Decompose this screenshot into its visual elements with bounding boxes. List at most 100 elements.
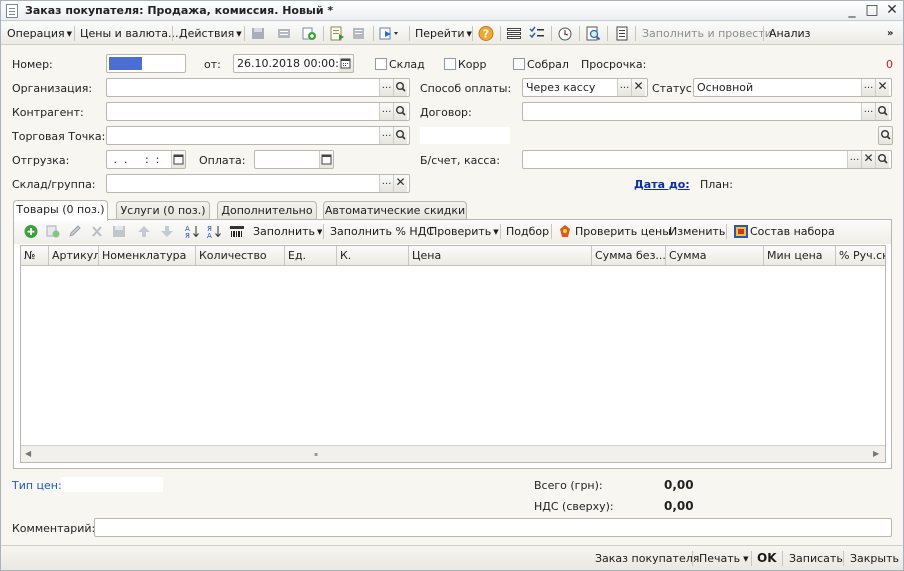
clear-icon[interactable]: ✕	[875, 79, 889, 96]
warehouse-checkbox[interactable]	[375, 58, 387, 70]
column-header-quantity[interactable]: Количество	[196, 246, 285, 265]
column-header-article[interactable]: Артикул	[49, 246, 99, 265]
shipment-date-field[interactable]: . . : :	[106, 150, 186, 169]
barcode-icon[interactable]	[229, 224, 245, 239]
corr-checkbox[interactable]	[444, 58, 456, 70]
ellipsis-icon[interactable]: ...	[379, 127, 393, 144]
search-icon[interactable]	[878, 126, 893, 145]
end-edit-icon[interactable]	[111, 224, 127, 239]
unpost-document-icon[interactable]	[351, 26, 367, 41]
clear-icon[interactable]: ✕	[861, 151, 875, 168]
maximize-icon[interactable]: □	[863, 3, 881, 19]
scroll-left-icon[interactable]: ◀	[25, 449, 31, 458]
counterparty-field[interactable]: ...	[106, 102, 410, 121]
fill-menu[interactable]: Заполнить ▼	[253, 224, 322, 240]
selection-button[interactable]: Подбор	[506, 224, 549, 240]
column-header-nomenclature[interactable]: Номенклатура	[99, 246, 196, 265]
tab-additional[interactable]: Дополнительно	[217, 201, 317, 220]
change-button[interactable]: Изменить	[669, 224, 725, 240]
close-button[interactable]: Закрыть	[850, 552, 899, 565]
column-header-sum[interactable]: Сумма	[666, 246, 764, 265]
print-menu[interactable]: Печать ▼	[699, 552, 749, 565]
horizontal-scrollbar[interactable]: ◀ ▪ ▶	[21, 445, 885, 462]
copy-document-icon[interactable]	[301, 26, 317, 41]
clear-icon[interactable]: ✕	[631, 79, 645, 96]
date-until-link[interactable]: Дата до:	[634, 178, 690, 191]
price-type-value[interactable]	[61, 477, 163, 492]
date-field[interactable]: 26.10.2018 00:00:00	[233, 54, 354, 73]
clear-icon[interactable]: ✕	[393, 175, 407, 192]
edit-row-icon[interactable]	[67, 224, 83, 239]
post-document-icon[interactable]	[276, 26, 292, 41]
customer-order-button[interactable]: Заказ покупателя	[595, 552, 699, 565]
ok-button[interactable]: OK	[757, 551, 777, 565]
move-up-icon[interactable]	[136, 224, 152, 239]
scroll-right-icon[interactable]: ▶	[873, 449, 879, 458]
number-field[interactable]	[106, 54, 186, 73]
ellipsis-icon[interactable]: ...	[847, 151, 861, 168]
ellipsis-icon[interactable]: ...	[617, 79, 631, 96]
ellipsis-icon[interactable]: ...	[379, 79, 393, 96]
add-row-icon[interactable]	[23, 224, 39, 239]
column-header-sum-without[interactable]: Сумма без...	[592, 246, 666, 265]
payment-method-field[interactable]: Через кассу ... ✕	[522, 78, 648, 97]
actions-menu[interactable]: Действия ▼	[179, 26, 242, 42]
column-header-number[interactable]: №	[21, 246, 49, 265]
fill-and-post-button[interactable]: Заполнить и провести	[642, 26, 772, 42]
save-button[interactable]: Записать	[789, 552, 843, 565]
operation-menu[interactable]: Операция ▼	[7, 26, 72, 42]
ellipsis-icon[interactable]: ...	[861, 79, 875, 96]
collected-checkbox[interactable]	[513, 58, 525, 70]
minimize-icon[interactable]: _	[843, 3, 861, 19]
column-header-coefficient[interactable]: К.	[337, 246, 409, 265]
tab-automatic-discounts[interactable]: Автоматические скидки	[323, 201, 467, 220]
copy-row-icon[interactable]	[45, 224, 61, 239]
scroll-thumb-grip-icon[interactable]: ▪	[314, 451, 318, 458]
bank-cash-field[interactable]: ... ✕	[522, 150, 892, 169]
calendar-icon[interactable]	[171, 151, 185, 168]
fill-vat-button[interactable]: Заполнить % НДС	[330, 224, 434, 240]
ellipsis-icon[interactable]: ...	[379, 103, 393, 120]
toolbar-overflow-icon[interactable]: »	[887, 26, 893, 42]
sort-ascending-icon[interactable]: AЯ	[184, 224, 200, 239]
column-header-manual-discount[interactable]: % Руч.ск.	[836, 246, 885, 265]
search-icon[interactable]	[875, 151, 889, 168]
help-icon[interactable]: ?	[478, 26, 494, 41]
check-prices-button[interactable]: Проверить цены	[575, 224, 671, 240]
status-field[interactable]: Основной ... ✕	[693, 78, 892, 97]
contract-field[interactable]: ...	[522, 102, 892, 121]
move-down-icon[interactable]	[159, 224, 175, 239]
close-icon[interactable]: ✕	[883, 3, 901, 19]
document-journal-icon[interactable]	[614, 26, 630, 41]
document-list-icon[interactable]	[329, 26, 345, 41]
structure-icon[interactable]	[506, 26, 522, 41]
checklist-icon[interactable]	[529, 26, 545, 41]
ellipsis-icon[interactable]: ...	[379, 175, 393, 192]
trade-point-field[interactable]: ...	[106, 126, 410, 145]
check-menu[interactable]: Проверить ▼	[429, 224, 499, 240]
save-disk-icon[interactable]	[250, 26, 266, 41]
organization-field[interactable]: ...	[106, 78, 410, 97]
column-header-min-price[interactable]: Мин цена	[764, 246, 836, 265]
prices-currency-button[interactable]: Цены и валюта...	[80, 26, 178, 42]
search-icon[interactable]	[393, 103, 407, 120]
tab-goods[interactable]: Товары (0 поз.)	[13, 200, 108, 221]
column-header-price[interactable]: Цена	[409, 246, 592, 265]
clock-icon[interactable]	[557, 26, 573, 41]
calendar-icon[interactable]	[319, 151, 333, 168]
kit-composition-button[interactable]: Состав набора	[750, 224, 835, 240]
payment-date-field[interactable]	[254, 150, 334, 169]
search-icon[interactable]	[393, 127, 407, 144]
comment-field[interactable]	[94, 518, 892, 537]
ellipsis-icon[interactable]: ...	[861, 103, 875, 120]
delete-row-icon[interactable]	[89, 224, 105, 239]
sort-descending-icon[interactable]: ЯA	[206, 224, 222, 239]
calendar-icon[interactable]	[339, 54, 354, 73]
create-based-on-icon[interactable]	[379, 26, 398, 41]
analysis-button[interactable]: Анализ	[769, 26, 811, 42]
warehouse-group-field[interactable]: ... ✕	[106, 174, 410, 193]
preview-icon[interactable]	[585, 26, 601, 41]
search-icon[interactable]	[875, 103, 889, 120]
search-icon[interactable]	[393, 79, 407, 96]
goto-menu[interactable]: Перейти ▼	[415, 26, 472, 42]
